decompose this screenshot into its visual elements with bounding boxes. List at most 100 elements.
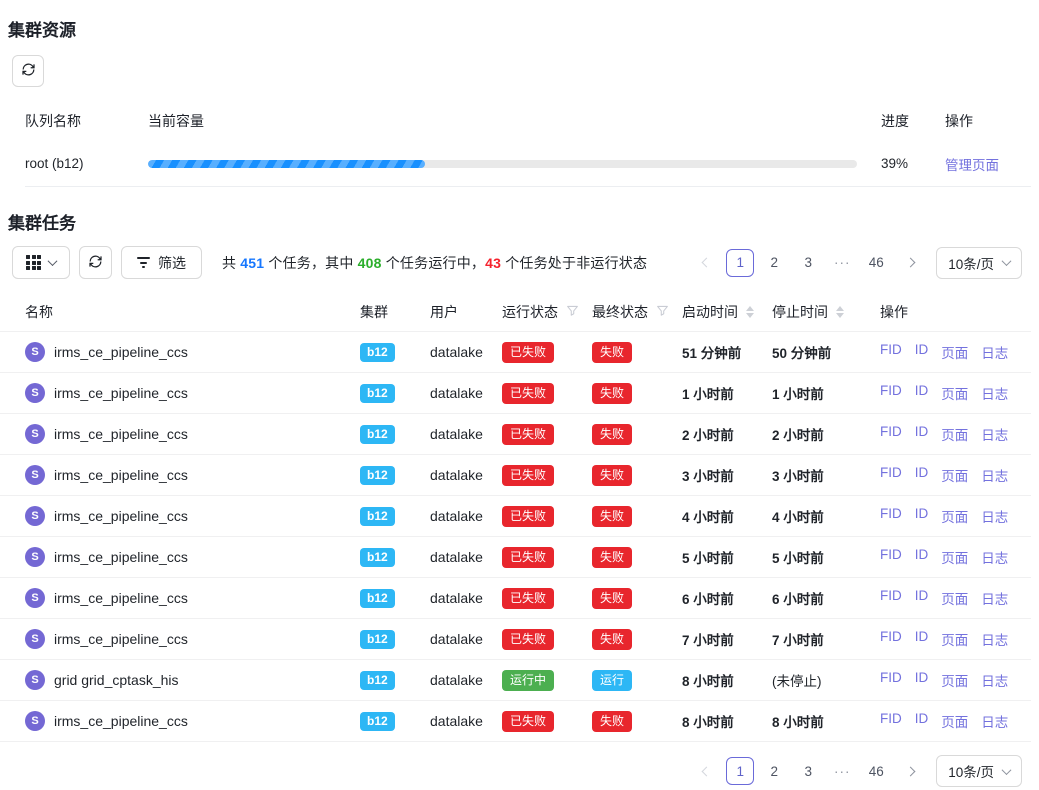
page-ellipsis[interactable]: ··· [828,249,856,277]
action-link-ID[interactable]: ID [915,342,929,362]
avatar: S [25,506,45,526]
table-row: S irms_ce_pipeline_ccs b12 datalake 已失败 … [0,537,1031,578]
start-time-cell: 4 小时前 [682,506,772,526]
action-link-FID[interactable]: FID [880,670,902,690]
action-link-FID[interactable]: FID [880,629,902,649]
manage-page-link[interactable]: 管理页面 [945,158,999,173]
action-link-日志[interactable]: 日志 [981,711,1008,731]
action-link-页面[interactable]: 页面 [941,629,968,649]
avatar: S [25,547,45,567]
prev-page-button[interactable] [692,249,720,277]
next-page-button[interactable] [896,757,924,785]
avatar: S [25,465,45,485]
col-current-capacity: 当前容量 [148,111,881,131]
action-link-FID[interactable]: FID [880,588,902,608]
user-cell: datalake [430,590,502,606]
action-link-页面[interactable]: 页面 [941,342,968,362]
run-status-badge: 已失败 [502,711,554,732]
action-link-页面[interactable]: 页面 [941,424,968,444]
row-actions: FID ID 页面日志 [880,711,1031,731]
action-link-日志[interactable]: 日志 [981,547,1008,567]
page-46-button[interactable]: 46 [862,757,890,785]
page-2-button[interactable]: 2 [760,757,788,785]
resources-table-row: root (b12) 39% 管理页面 [25,141,1031,187]
page-size-select[interactable]: 10条/页 [936,755,1022,787]
action-link-日志[interactable]: 日志 [981,383,1008,403]
sort-carets-icon[interactable] [746,306,754,318]
action-link-ID[interactable]: ID [915,588,929,608]
action-link-页面[interactable]: 页面 [941,711,968,731]
col-action: 操作 [945,111,1031,131]
sort-carets-icon[interactable] [836,306,844,318]
action-link-日志[interactable]: 日志 [981,506,1008,526]
row-actions: FID ID 页面日志 [880,424,1031,444]
action-link-日志[interactable]: 日志 [981,629,1008,649]
action-link-ID[interactable]: ID [915,424,929,444]
action-link-FID[interactable]: FID [880,465,902,485]
avatar: S [25,383,45,403]
task-name: irms_ce_pipeline_ccs [54,631,188,647]
layout-dropdown-button[interactable] [12,246,70,279]
funnel-icon[interactable] [656,304,669,320]
task-name: irms_ce_pipeline_ccs [54,385,188,401]
action-link-FID[interactable]: FID [880,547,902,567]
run-status-badge: 已失败 [502,547,554,568]
prev-page-button[interactable] [692,757,720,785]
funnel-icon[interactable] [566,304,579,320]
page-ellipsis[interactable]: ··· [828,757,856,785]
page-size-select[interactable]: 10条/页 [936,247,1022,279]
avatar: S [25,424,45,444]
col-run-status: 运行状态 [502,302,592,322]
page-1-button[interactable]: 1 [726,249,754,277]
stop-time-cell: 50 分钟前 [772,342,880,362]
run-status-badge: 已失败 [502,506,554,527]
action-link-日志[interactable]: 日志 [981,588,1008,608]
start-time-cell: 1 小时前 [682,383,772,403]
action-link-ID[interactable]: ID [915,711,929,731]
action-link-FID[interactable]: FID [880,506,902,526]
refresh-icon [21,62,36,80]
tasks-refresh-button[interactable] [79,246,112,279]
next-page-button[interactable] [896,249,924,277]
action-link-日志[interactable]: 日志 [981,424,1008,444]
page-2-button[interactable]: 2 [760,249,788,277]
action-link-FID[interactable]: FID [880,342,902,362]
action-link-ID[interactable]: ID [915,465,929,485]
action-link-页面[interactable]: 页面 [941,383,968,403]
action-link-ID[interactable]: ID [915,670,929,690]
action-link-ID[interactable]: ID [915,383,929,403]
start-time-cell: 6 小时前 [682,588,772,608]
col-name: 名称 [25,302,360,322]
action-link-日志[interactable]: 日志 [981,342,1008,362]
action-link-页面[interactable]: 页面 [941,588,968,608]
task-name: irms_ce_pipeline_ccs [54,590,188,606]
action-link-ID[interactable]: ID [915,506,929,526]
action-link-FID[interactable]: FID [880,424,902,444]
page-3-button[interactable]: 3 [794,249,822,277]
action-link-日志[interactable]: 日志 [981,670,1008,690]
final-status-badge: 失败 [592,588,632,609]
page-1-button[interactable]: 1 [726,757,754,785]
tasks-table-header: 名称 集群 用户 运行状态 最终状态 启动时间 停止时间 操作 [0,292,1031,332]
start-time-cell: 7 小时前 [682,629,772,649]
action-link-日志[interactable]: 日志 [981,465,1008,485]
action-link-页面[interactable]: 页面 [941,547,968,567]
start-time-cell: 2 小时前 [682,424,772,444]
action-link-ID[interactable]: ID [915,629,929,649]
action-link-FID[interactable]: FID [880,383,902,403]
action-link-页面[interactable]: 页面 [941,670,968,690]
resources-refresh-button[interactable] [12,55,44,87]
summary-text: 个任务处于非运行状态 [501,255,647,271]
table-row: S grid grid_cptask_his b12 datalake 运行中 … [0,660,1031,701]
action-link-ID[interactable]: ID [915,547,929,567]
filter-button[interactable]: 筛选 [121,246,202,279]
cluster-badge: b12 [360,671,395,690]
action-link-页面[interactable]: 页面 [941,506,968,526]
user-cell: datalake [430,631,502,647]
page-3-button[interactable]: 3 [794,757,822,785]
page-46-button[interactable]: 46 [862,249,890,277]
avatar: S [25,629,45,649]
action-link-FID[interactable]: FID [880,711,902,731]
avatar: S [25,711,45,731]
action-link-页面[interactable]: 页面 [941,465,968,485]
